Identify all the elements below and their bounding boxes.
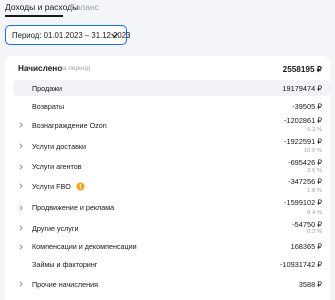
chevron-right-icon[interactable]: [18, 205, 24, 211]
accrual-label: Услуги FBO: [32, 181, 71, 191]
accrual-percent: 0.3 %: [307, 229, 322, 235]
accrual-label: Продвижение и реклама: [32, 203, 115, 212]
accruals-card: Начислено за период 2558195 ₽ Продажи 191…: [5, 56, 330, 300]
accrual-label: Продажи: [32, 83, 63, 93]
accrual-row[interactable]: Продвижение и реклама -1599102 ₽ 8.4 %: [5, 197, 330, 218]
accrual-value: -1922591 ₽: [284, 137, 322, 146]
accrual-label: Вознаграждение Ozon: [32, 120, 107, 130]
warning-icon[interactable]: [76, 181, 85, 191]
accrual-value: -54750 ₽: [292, 220, 322, 229]
accrual-value: -1599102 ₽: [284, 198, 322, 207]
accrual-label: Возвраты: [32, 102, 65, 111]
accrual-value: -1202861 ₽: [284, 116, 322, 125]
tab-income-expenses[interactable]: Доходы и расходы: [5, 2, 78, 12]
accrual-percent: 8.4 %: [307, 210, 322, 216]
summary-subtitle: за период: [60, 65, 91, 72]
accrual-row[interactable]: Другие услуги -54750 ₽0.3 %: [5, 219, 330, 237]
accrual-label: Другие услуги: [32, 223, 79, 233]
accrual-label: Услуги доставки: [32, 141, 87, 151]
chevron-down-icon: [111, 33, 118, 38]
accrual-label: Прочие начисления: [32, 279, 98, 289]
accrual-percent: 1.8 %: [307, 188, 322, 194]
accrual-value: -347256 ₽: [288, 177, 322, 186]
active-tab-indicator: [5, 15, 63, 17]
accrual-percent: 10.0 %: [303, 148, 322, 154]
accrual-percent: 6.3 %: [307, 127, 322, 133]
accrual-row[interactable]: Услуги доставки -1922591 ₽ 10.0 %: [5, 136, 330, 156]
accrual-value: -10931742 ₽: [279, 260, 322, 269]
accrual-value: -39505 ₽: [292, 102, 322, 111]
accrual-row: Продажи 19179474 ₽: [13, 80, 330, 96]
chevron-right-icon[interactable]: [18, 225, 24, 231]
summary-title: Начислено: [18, 64, 63, 73]
accrual-label: Компенсации и декомпенсации: [32, 242, 137, 251]
accrual-label: Услуги агентов: [32, 162, 82, 171]
chevron-right-icon[interactable]: [18, 183, 24, 189]
chevron-right-icon[interactable]: [18, 122, 24, 128]
accrual-value: 3588 ₽: [298, 279, 322, 289]
summary-value: 2558195 ₽: [282, 65, 322, 74]
accrual-row[interactable]: Услуги FBO -347256 ₽ 1.8 %: [5, 176, 330, 196]
accrual-label: Займы и факторинг: [32, 260, 98, 269]
accrual-value: 168365 ₽: [290, 242, 322, 251]
accrual-row[interactable]: Услуги агентов -695426 ₽3.6 %: [5, 157, 330, 176]
period-selector[interactable]: Период: 01.01.2023 – 31.12.2023: [5, 25, 130, 45]
accrual-row: Возвраты -39505 ₽: [5, 98, 330, 115]
accrual-row: Займы и факторинг -10931742 ₽: [5, 255, 330, 274]
accrual-percent: 3.6 %: [307, 168, 322, 174]
summary-row: Начислено за период 2558195 ₽: [5, 56, 330, 78]
chevron-right-icon[interactable]: [18, 164, 24, 170]
tab-bar: Доходы и расходы Баланс: [0, 0, 335, 18]
chevron-right-icon[interactable]: [18, 244, 24, 250]
chevron-right-icon[interactable]: [18, 281, 24, 287]
accrual-row[interactable]: Вознаграждение Ozon -1202861 ₽ 6.3 %: [5, 115, 330, 135]
tab-balance[interactable]: Баланс: [70, 2, 99, 12]
accrual-value: -695426 ₽: [288, 158, 322, 167]
accrual-row[interactable]: Прочие начисления 3588 ₽: [5, 275, 330, 293]
accrual-value: 19179474 ₽: [282, 83, 322, 93]
chevron-right-icon[interactable]: [18, 143, 24, 149]
accrual-row[interactable]: Компенсации и декомпенсации 168365 ₽: [5, 238, 330, 255]
